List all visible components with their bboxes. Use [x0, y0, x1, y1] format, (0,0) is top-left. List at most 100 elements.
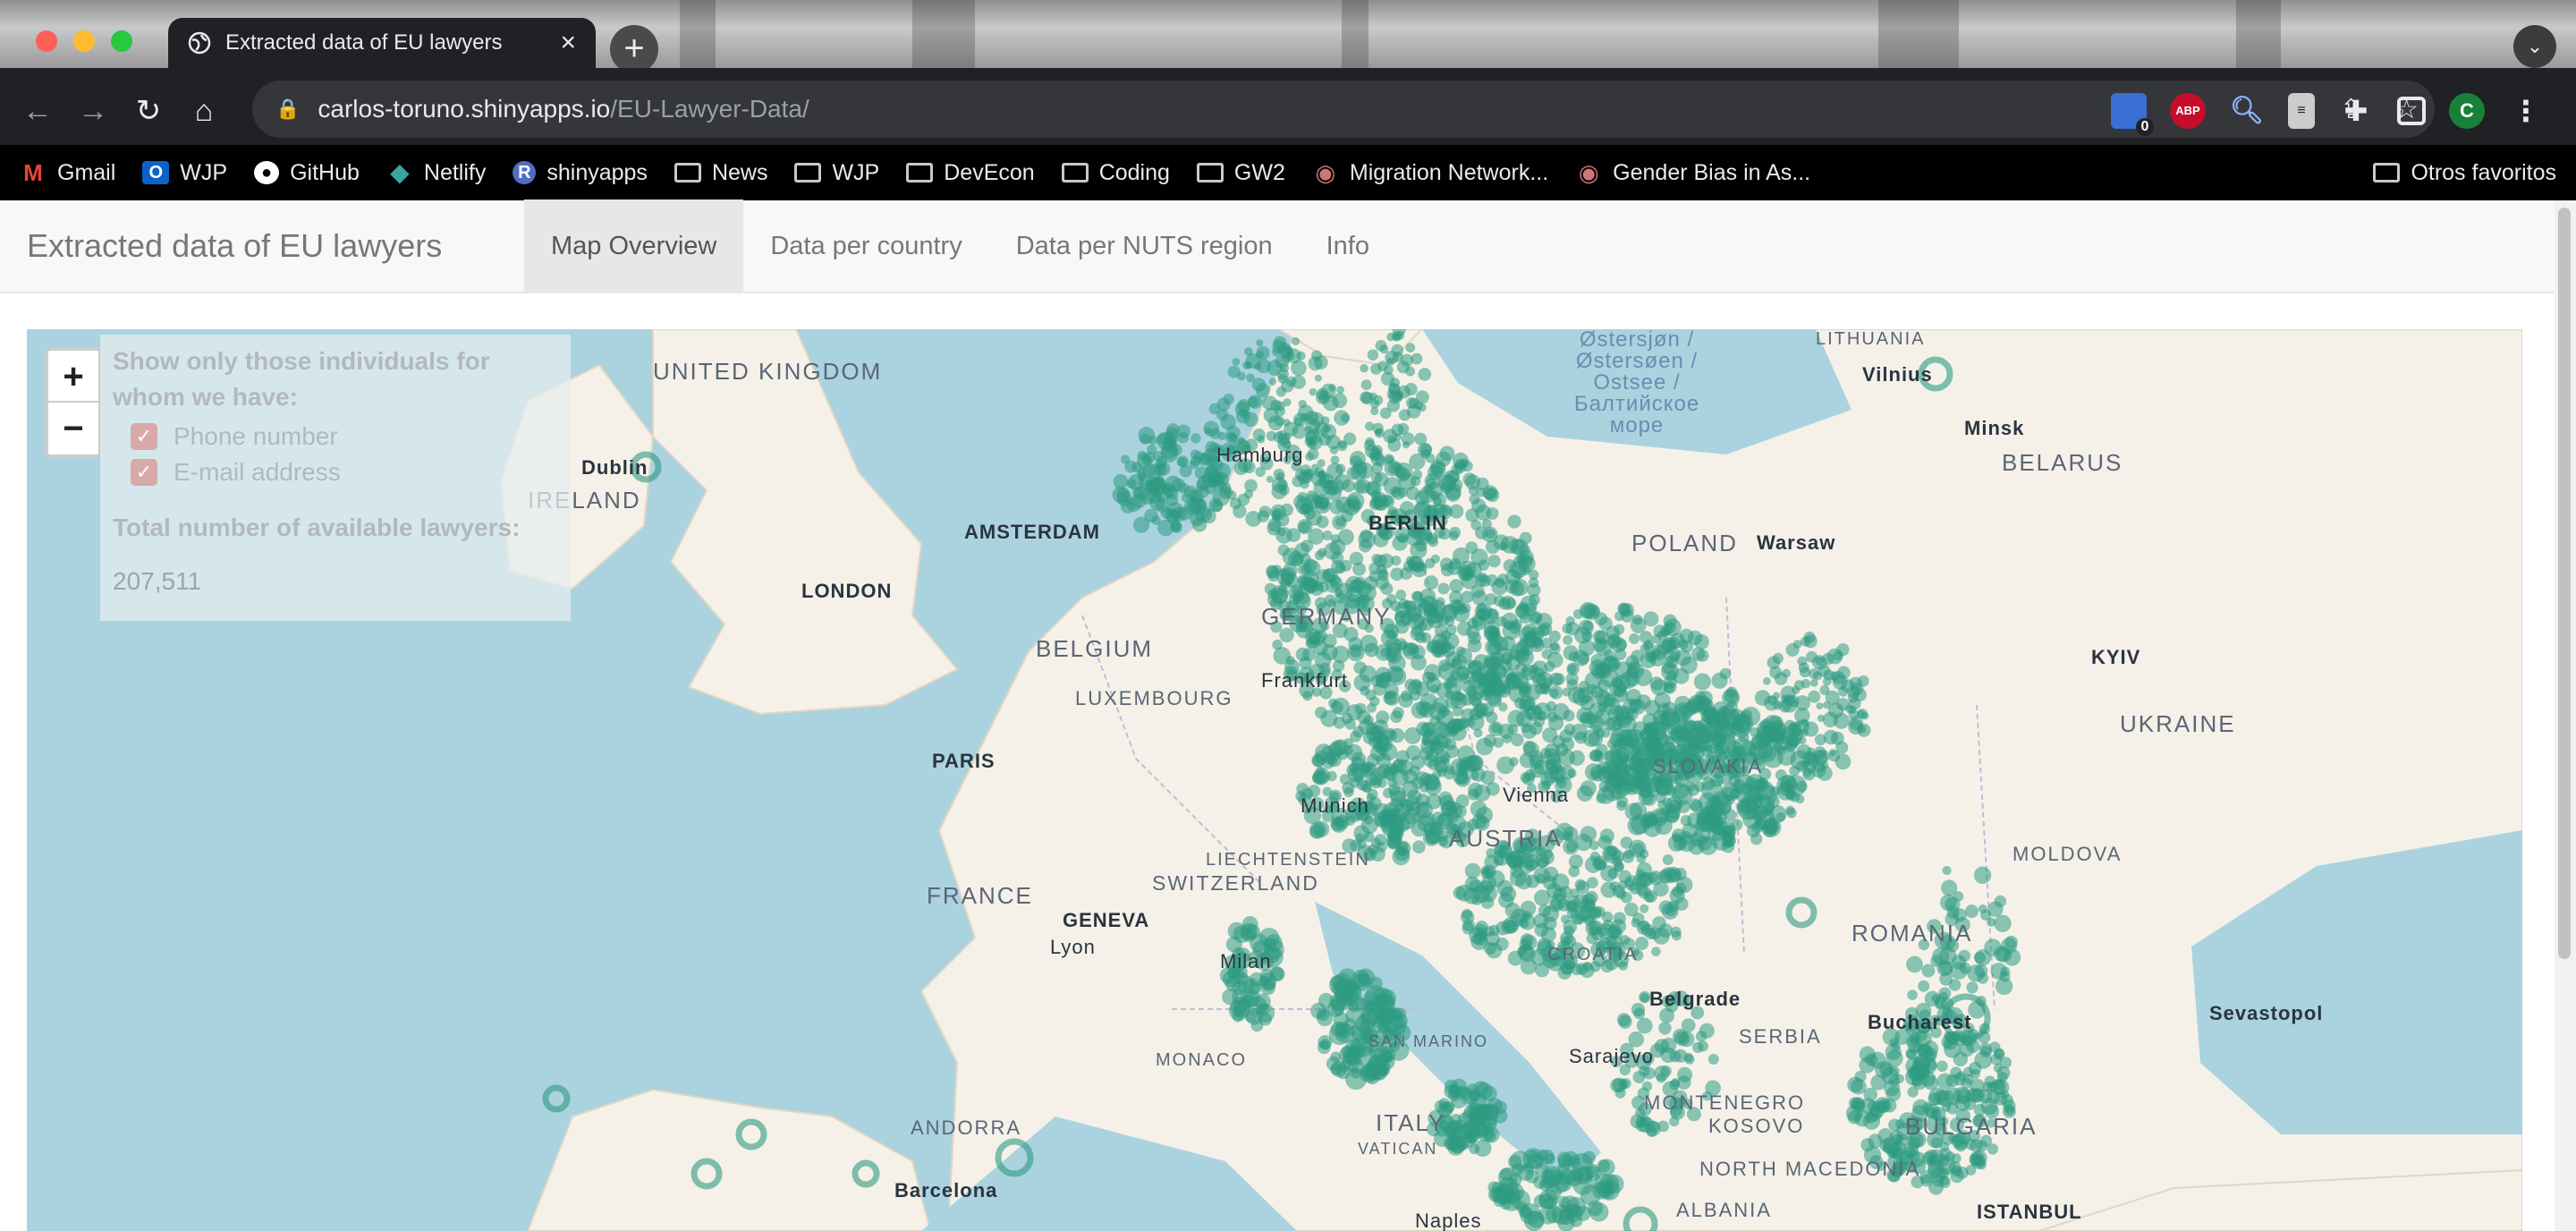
lawyer-point[interactable] [1815, 657, 1825, 666]
lawyer-point[interactable] [1133, 516, 1150, 533]
address-bar[interactable]: 🔒 carlos-toruno.shinyapps.io/EU-Lawyer-D… [252, 81, 2435, 138]
lawyer-point[interactable] [1190, 455, 1202, 467]
lawyer-point[interactable] [1121, 499, 1135, 514]
lawyer-point[interactable] [1614, 861, 1624, 871]
lawyer-point[interactable] [1191, 490, 1204, 504]
lawyer-point[interactable] [1816, 702, 1824, 710]
lawyer-point[interactable] [1540, 926, 1556, 943]
lawyer-point[interactable] [1945, 896, 1961, 913]
lawyer-point[interactable] [1809, 679, 1818, 687]
lawyer-point[interactable] [1468, 485, 1479, 496]
lawyer-point[interactable] [1493, 737, 1504, 748]
lawyer-point[interactable] [1298, 522, 1310, 533]
lawyer-point[interactable] [1646, 721, 1667, 743]
lawyer-point[interactable] [1576, 785, 1594, 802]
lawyer-point[interactable] [1302, 648, 1316, 661]
lawyer-point[interactable] [1540, 1176, 1555, 1189]
lawyer-point[interactable] [1950, 962, 1968, 980]
lawyer-point[interactable] [1208, 403, 1221, 415]
lawyer-point[interactable] [1906, 955, 1923, 973]
lawyer-point[interactable] [1589, 749, 1604, 762]
lawyer-point[interactable] [1370, 846, 1385, 862]
lawyer-point[interactable] [1705, 714, 1721, 730]
lawyer-point[interactable] [1789, 722, 1798, 731]
lawyer-point[interactable] [1343, 982, 1357, 996]
lawyer-point[interactable] [1875, 1097, 1891, 1113]
lawyer-point[interactable] [1246, 373, 1255, 383]
lawyer-ring-marker[interactable] [542, 1084, 571, 1113]
lawyer-point[interactable] [1408, 560, 1418, 570]
lawyer-point[interactable] [1591, 769, 1601, 779]
lawyer-point[interactable] [1439, 752, 1451, 764]
lawyer-point[interactable] [1151, 515, 1161, 526]
lawyer-point[interactable] [1803, 634, 1818, 649]
lawyer-point[interactable] [1471, 616, 1487, 631]
lawyer-point[interactable] [1545, 759, 1555, 769]
tab-map-overview[interactable]: Map Overview [524, 200, 744, 293]
lawyer-point[interactable] [1496, 756, 1514, 775]
lawyer-point[interactable] [1707, 822, 1727, 842]
lawyer-point[interactable] [1563, 645, 1579, 661]
lawyer-point[interactable] [1360, 391, 1372, 404]
lawyer-point[interactable] [1850, 1078, 1867, 1095]
lawyer-point[interactable] [1601, 911, 1614, 923]
lawyer-point[interactable] [1243, 412, 1258, 428]
lawyer-point[interactable] [1577, 1166, 1593, 1182]
lawyer-point[interactable] [1392, 847, 1411, 866]
lawyer-point[interactable] [1166, 423, 1180, 437]
lawyer-point[interactable] [1442, 604, 1458, 619]
lawyer-point[interactable] [1522, 740, 1536, 754]
lawyer-point[interactable] [1549, 672, 1563, 686]
bookmark-folder-coding[interactable]: Coding [1061, 160, 1170, 186]
lawyer-point[interactable] [1796, 780, 1808, 793]
lawyer-point[interactable] [1360, 363, 1368, 373]
lawyer-point[interactable] [1453, 547, 1470, 565]
lawyer-point[interactable] [1395, 590, 1407, 600]
lawyer-point[interactable] [1313, 479, 1331, 497]
lawyer-point[interactable] [1665, 905, 1676, 917]
lawyer-point[interactable] [1425, 453, 1436, 463]
lawyer-point[interactable] [1143, 451, 1156, 463]
lawyer-point[interactable] [1936, 960, 1953, 977]
lawyer-point[interactable] [1906, 1035, 1919, 1048]
lawyer-point[interactable] [1271, 347, 1281, 357]
lawyer-point[interactable] [1277, 544, 1290, 556]
lawyer-point[interactable] [1775, 812, 1786, 822]
lawyer-point[interactable] [1370, 837, 1382, 849]
lawyer-point[interactable] [1429, 739, 1445, 755]
lawyer-point[interactable] [1984, 938, 2002, 956]
lawyer-point[interactable] [1879, 1062, 1894, 1076]
lawyer-point[interactable] [1700, 808, 1713, 820]
lawyer-point[interactable] [1341, 712, 1353, 725]
lawyer-point[interactable] [1675, 882, 1687, 894]
lawyer-point[interactable] [1557, 1195, 1570, 1208]
lawyer-point[interactable] [1403, 726, 1421, 744]
lawyer-point[interactable] [1923, 1047, 1938, 1062]
lawyer-ring-marker[interactable] [1623, 1206, 1658, 1231]
lawyer-point[interactable] [1450, 692, 1468, 709]
close-tab-icon[interactable]: × [560, 30, 576, 56]
lawyer-point[interactable] [1430, 554, 1440, 564]
lawyer-point[interactable] [1966, 981, 1979, 994]
lawyer-point[interactable] [1623, 849, 1634, 859]
lawyer-point[interactable] [1838, 686, 1849, 697]
lawyer-point[interactable] [1482, 864, 1496, 879]
lawyer-point[interactable] [1296, 351, 1306, 361]
lawyer-point[interactable] [1563, 838, 1579, 855]
lawyer-point[interactable] [1484, 1130, 1496, 1142]
lawyer-point[interactable] [1519, 695, 1536, 711]
bookmark-folder-gw2[interactable]: GW2 [1196, 160, 1285, 186]
lawyer-point[interactable] [1476, 737, 1494, 756]
lawyer-point[interactable] [1672, 828, 1686, 843]
lawyer-point[interactable] [1679, 628, 1694, 643]
lawyer-point[interactable] [1333, 817, 1343, 828]
lawyer-point[interactable] [1337, 529, 1354, 546]
lawyer-point[interactable] [1389, 378, 1400, 388]
lawyer-point[interactable] [1495, 577, 1505, 588]
lawyer-point[interactable] [1560, 765, 1575, 780]
lawyer-point[interactable] [1507, 514, 1521, 529]
lawyer-point[interactable] [1367, 349, 1379, 361]
lawyer-point[interactable] [1948, 979, 1962, 991]
lawyer-point[interactable] [1224, 976, 1241, 992]
page-scrollbar[interactable] [2555, 200, 2576, 1231]
